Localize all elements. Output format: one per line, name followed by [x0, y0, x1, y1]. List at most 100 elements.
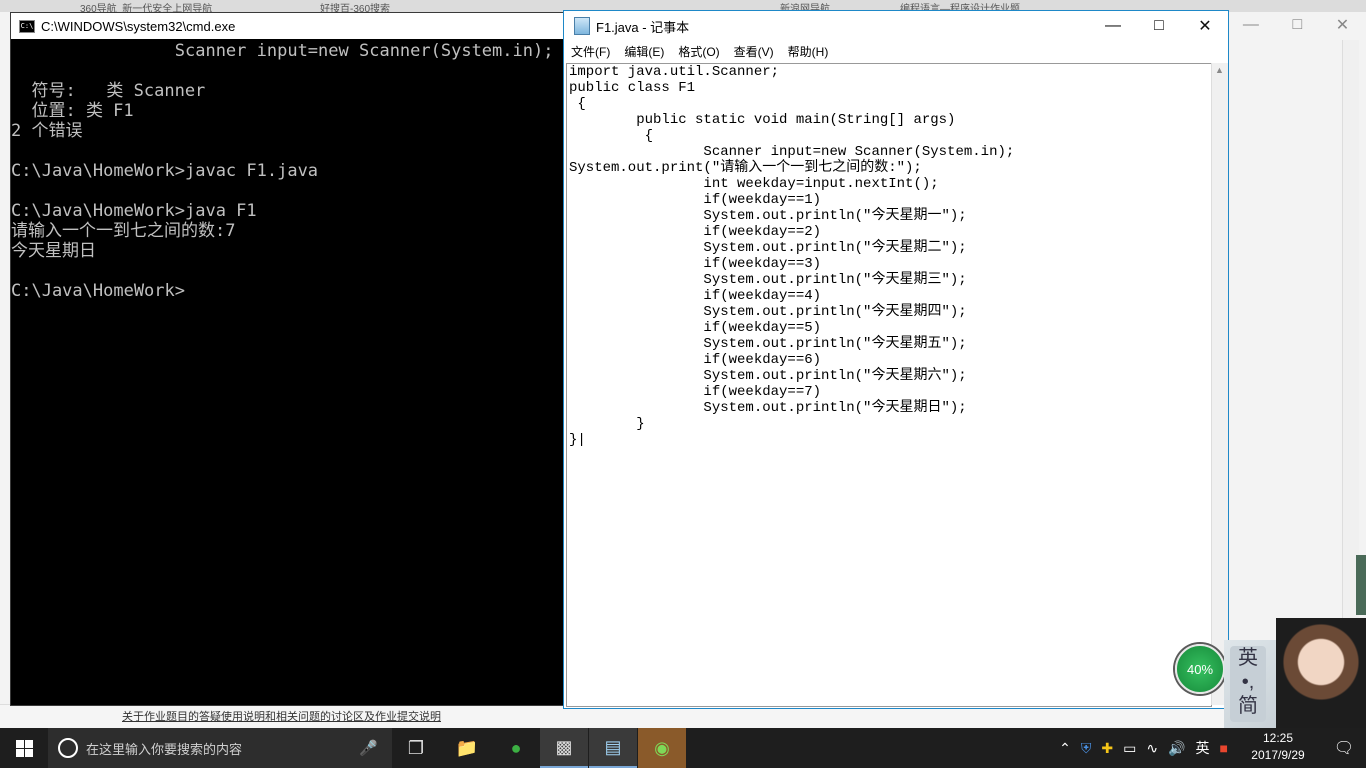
code-line: {: [569, 96, 586, 112]
minimize-icon[interactable]: —: [1243, 16, 1259, 34]
console-line: 今天星期日: [11, 241, 96, 261]
console-line: Scanner input=new Scanner(System.in);: [11, 41, 554, 61]
code-line: }|: [569, 432, 586, 448]
cmd-titlebar[interactable]: C:\ C:\WINDOWS\system32\cmd.exe: [11, 13, 567, 39]
browser-button[interactable]: ●: [492, 728, 540, 768]
code-line: System.out.println("今天星期三");: [569, 272, 967, 288]
code-line: if(weekday==5): [569, 320, 822, 336]
background-tab[interactable]: 好搜百-360搜索: [320, 0, 440, 12]
notepad-titlebar[interactable]: F1.java - 记事本 — □ ✕: [564, 11, 1228, 41]
cmd-app-icon: C:\: [19, 19, 35, 33]
wechat-taskbar-button[interactable]: ◉: [638, 728, 686, 768]
cmd-title: C:\WINDOWS\system32\cmd.exe: [41, 18, 236, 34]
microphone-icon[interactable]: 🎤: [359, 739, 378, 757]
console-line: 位置: 类 F1: [11, 101, 134, 121]
battery-icon[interactable]: ▭: [1123, 740, 1136, 757]
console-line: 2 个错误: [11, 121, 83, 141]
volume-icon[interactable]: 🔊: [1168, 740, 1185, 757]
menu-file[interactable]: 文件(F): [564, 43, 617, 60]
notepad-app-icon: [574, 17, 590, 35]
cmd-window[interactable]: C:\ C:\WINDOWS\system32\cmd.exe Scanner …: [10, 12, 568, 706]
scroll-up-icon[interactable]: ▲: [1215, 65, 1224, 75]
code-line: System.out.println("今天星期五");: [569, 336, 967, 352]
background-scroll-thumb[interactable]: [1356, 555, 1366, 615]
ime-skin-avatar: [1276, 618, 1366, 728]
console-line: 符号: 类 Scanner: [11, 81, 206, 101]
notepad-icon: ▤: [604, 736, 622, 757]
code-line: System.out.println("今天星期六");: [569, 368, 967, 384]
start-button[interactable]: [0, 728, 48, 768]
console-line: 请输入一个一到七之间的数:7: [11, 221, 236, 241]
menu-format[interactable]: 格式(O): [671, 43, 726, 60]
code-line: }: [569, 416, 645, 432]
task-view-icon: ❐: [407, 737, 425, 758]
ime-floating-widget[interactable]: 英 •, 简: [1224, 618, 1366, 728]
minimize-button[interactable]: —: [1090, 11, 1136, 41]
code-line: int weekday=input.nextInt();: [569, 176, 939, 192]
browser-icon: ●: [510, 737, 522, 758]
sogou-icon[interactable]: ■: [1220, 740, 1228, 756]
console-line: C:\Java\HomeWork>: [11, 281, 185, 301]
notepad-taskbar-button[interactable]: ▤: [589, 728, 637, 768]
console-line: C:\Java\HomeWork>java F1: [11, 201, 257, 221]
menu-edit[interactable]: 编辑(E): [617, 43, 671, 60]
plus-icon[interactable]: ✚: [1101, 740, 1113, 757]
clock[interactable]: 12:25 2017/9/29: [1240, 730, 1316, 764]
task-view-button[interactable]: ❐: [392, 728, 440, 768]
background-window-controls: — □ ✕: [1226, 10, 1366, 40]
console-line: C:\Java\HomeWork>javac F1.java: [11, 161, 319, 181]
cmd-icon: ▩: [555, 736, 573, 757]
maximize-icon: □: [1154, 17, 1164, 34]
code-line: public class F1: [569, 80, 696, 96]
input-language-indicator[interactable]: 英: [1196, 738, 1210, 758]
background-link[interactable]: 关于作业题目的答疑使用说明和相关问题的讨论区及作业提交说明: [122, 708, 441, 724]
background-tab[interactable]: 360导航_新一代安全上网导航: [80, 0, 270, 12]
code-line: public static void main(String[] args): [569, 112, 956, 128]
chevron-up-icon[interactable]: ⌃: [1059, 740, 1071, 757]
cmd-console-output[interactable]: Scanner input=new Scanner(System.in); 符号…: [11, 41, 567, 705]
file-explorer-button[interactable]: 📁: [443, 728, 491, 768]
cmd-taskbar-button[interactable]: ▩: [540, 728, 588, 768]
search-placeholder: 在这里输入你要搜索的内容: [86, 741, 243, 757]
wifi-icon[interactable]: ∿: [1146, 740, 1158, 757]
taskbar-search-box[interactable]: 在这里输入你要搜索的内容 🎤: [48, 728, 392, 768]
notepad-text-editor[interactable]: import java.util.Scanner; public class F1…: [566, 63, 1212, 707]
action-center-icon[interactable]: 🗨: [1322, 728, 1366, 768]
menu-view[interactable]: 查看(V): [727, 43, 781, 60]
code-line: import java.util.Scanner;: [569, 64, 780, 80]
code-line: System.out.println("今天星期一");: [569, 208, 967, 224]
minimize-icon: —: [1105, 17, 1121, 34]
wechat-icon: ◉: [654, 737, 670, 758]
code-line: if(weekday==6): [569, 352, 822, 368]
close-button[interactable]: ✕: [1182, 11, 1228, 41]
folder-icon: 📁: [455, 737, 479, 758]
maximize-icon[interactable]: □: [1292, 16, 1302, 34]
ime-script-label: 简: [1238, 695, 1258, 717]
ime-mode-card[interactable]: 英 •, 简: [1230, 646, 1266, 722]
notepad-menubar: 文件(F) 编辑(E) 格式(O) 查看(V) 帮助(H): [564, 41, 1228, 61]
battery-percent-badge[interactable]: 40%: [1175, 644, 1225, 694]
code-line: System.out.println("今天星期二");: [569, 240, 967, 256]
code-line: System.out.println("今天星期四");: [569, 304, 967, 320]
notepad-window[interactable]: F1.java - 记事本 — □ ✕ 文件(F) 编辑(E) 格式(O) 查看…: [563, 10, 1229, 709]
windows-logo-icon: [15, 739, 33, 757]
taskbar: 在这里输入你要搜索的内容 🎤 ❐ 📁 ● ▩ ▤ ◉ ⌃ ⛨ ✚ ▭ ∿ 🔊 英…: [0, 728, 1366, 768]
notepad-vertical-scrollbar[interactable]: ▲: [1211, 63, 1228, 705]
maximize-button[interactable]: □: [1136, 11, 1182, 41]
cortana-icon: [58, 738, 78, 758]
code-line: Scanner input=new Scanner(System.in);: [569, 144, 1015, 160]
code-line: if(weekday==1): [569, 192, 822, 208]
notepad-window-controls: — □ ✕: [1090, 11, 1228, 41]
code-line: if(weekday==3): [569, 256, 822, 272]
code-line: if(weekday==4): [569, 288, 822, 304]
security-shield-icon[interactable]: ⛨: [1081, 740, 1092, 757]
code-line: if(weekday==7): [569, 384, 822, 400]
code-line: if(weekday==2): [569, 224, 822, 240]
code-line: System.out.println("今天星期日");: [569, 400, 967, 416]
menu-help[interactable]: 帮助(H): [781, 43, 836, 60]
code-line: System.out.print("请输入一个一到七之间的数:");: [569, 160, 922, 176]
close-icon[interactable]: ✕: [1336, 15, 1349, 35]
